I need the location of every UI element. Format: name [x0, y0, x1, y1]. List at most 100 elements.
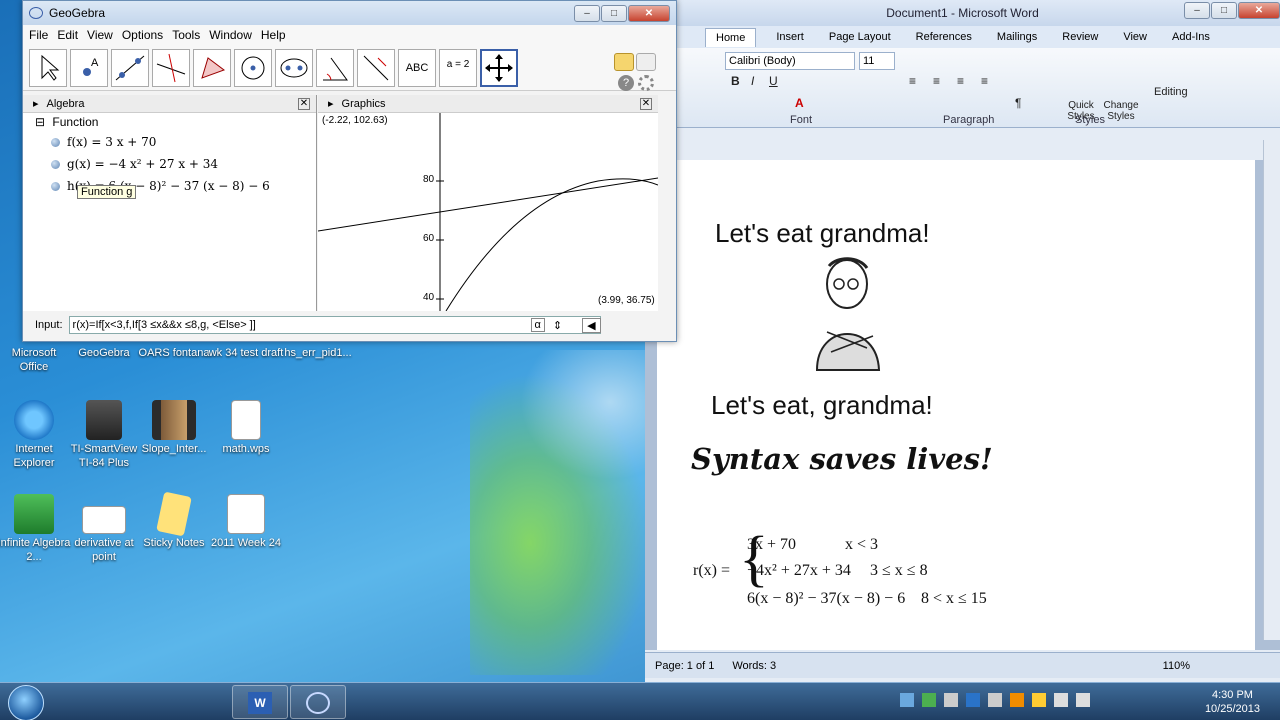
- graphics-view[interactable]: ▸ Graphics ✕ (-2.22, 102.63) (3.99, 36.7…: [317, 95, 659, 312]
- geogebra-maximize-button[interactable]: □: [601, 4, 627, 22]
- desktop-icon-infinite-algebra[interactable]: Infinite Algebra 2...: [0, 494, 72, 564]
- desktop-icon-ti-smartview[interactable]: TI-SmartView TI-84 Plus: [66, 400, 142, 470]
- move-tool[interactable]: [29, 48, 67, 87]
- tab-page-layout[interactable]: Page Layout: [829, 31, 891, 43]
- move-graphics-tool[interactable]: [480, 48, 518, 87]
- desktop-icon-2011-week-24[interactable]: 2011 Week 24: [208, 494, 284, 550]
- function-f-row[interactable]: f(x) = 3 x + 70: [23, 131, 316, 153]
- redo-icon[interactable]: [636, 53, 656, 71]
- network-icon[interactable]: [1054, 693, 1068, 707]
- function-g-row[interactable]: g(x) = −4 x² + 27 x + 34: [23, 153, 316, 175]
- menu-edit[interactable]: Edit: [57, 28, 78, 42]
- menu-tools[interactable]: Tools: [172, 28, 200, 42]
- volume-icon[interactable]: [1076, 693, 1090, 707]
- line-tool[interactable]: [111, 48, 149, 87]
- vertical-scrollbar[interactable]: [1263, 140, 1280, 640]
- point-tool[interactable]: A: [70, 48, 108, 87]
- geogebra-minimize-button[interactable]: –: [574, 4, 600, 22]
- visibility-toggle-icon[interactable]: [51, 182, 60, 191]
- tray-icon[interactable]: [922, 693, 936, 707]
- tray-icon[interactable]: [1010, 693, 1024, 707]
- tab-home[interactable]: Home: [705, 27, 757, 47]
- undo-icon[interactable]: [614, 53, 634, 71]
- desktop-icon-microsoft-office[interactable]: Microsoft Office: [0, 346, 72, 374]
- tray-icon[interactable]: [944, 693, 958, 707]
- menu-file[interactable]: File: [29, 28, 48, 42]
- desktop-icon-slope-inter[interactable]: Slope_Inter...: [136, 400, 212, 456]
- input-history-icon[interactable]: ⇕: [553, 319, 562, 332]
- paragraph-mark-button[interactable]: ¶: [1015, 96, 1021, 110]
- desktop-icon-derivative-at-point[interactable]: derivative at point: [66, 494, 142, 564]
- tab-add-ins[interactable]: Add-Ins: [1172, 31, 1210, 43]
- tab-view[interactable]: View: [1123, 31, 1147, 43]
- page-count[interactable]: Page: 1 of 1: [655, 660, 714, 672]
- desktop-icon-sticky-notes[interactable]: Sticky Notes: [136, 491, 212, 550]
- graphics-close-icon[interactable]: ✕: [640, 97, 652, 110]
- desktop-icon-math-wps[interactable]: math.wps: [208, 400, 284, 456]
- tab-references[interactable]: References: [916, 31, 972, 43]
- justify-button[interactable]: ≡: [981, 74, 988, 88]
- text-tool[interactable]: ABC: [398, 48, 436, 87]
- algebra-close-icon[interactable]: ✕: [298, 97, 310, 110]
- settings-gear-icon[interactable]: [638, 75, 654, 91]
- align-center-button[interactable]: ≡: [933, 74, 940, 88]
- alpha-symbol-button[interactable]: α: [530, 318, 545, 332]
- function-folder[interactable]: ⊟ Function: [23, 113, 316, 131]
- taskbar-media-player-icon[interactable]: [176, 685, 232, 719]
- desktop-icon-geogebra[interactable]: GeoGebra: [66, 346, 142, 360]
- visibility-toggle-icon[interactable]: [51, 138, 60, 147]
- geogebra-close-button[interactable]: ✕: [628, 4, 670, 22]
- menu-help[interactable]: Help: [261, 28, 286, 42]
- font-size-box[interactable]: 11: [859, 52, 895, 70]
- change-styles-button[interactable]: Change Styles: [1101, 100, 1141, 122]
- desktop-icon-hs-err-pid[interactable]: hs_err_pid1...: [278, 346, 358, 360]
- desktop-icon-internet-explorer[interactable]: Internet Explorer: [0, 400, 72, 470]
- function-h-row[interactable]: h(x) = 6 (x − 8)² − 37 (x − 8) − 6: [23, 175, 316, 197]
- tray-icon[interactable]: [1032, 693, 1046, 707]
- algebra-collapse-icon[interactable]: ▸: [33, 97, 39, 110]
- document-page[interactable]: Let's eat grandma! Let's eat, grandma! S…: [657, 160, 1255, 650]
- underline-button[interactable]: U: [769, 74, 778, 88]
- menu-window[interactable]: Window: [209, 28, 252, 42]
- tray-icon[interactable]: [900, 693, 914, 707]
- visibility-toggle-icon[interactable]: [51, 160, 60, 169]
- polygon-tool[interactable]: [193, 48, 231, 87]
- editing-button[interactable]: Editing: [1154, 86, 1188, 98]
- font-color-button[interactable]: A: [795, 96, 804, 110]
- tab-review[interactable]: Review: [1062, 31, 1098, 43]
- desktop-icon-oars-fontana[interactable]: OARS fontana: [136, 346, 212, 360]
- start-button[interactable]: [8, 685, 44, 720]
- conic-tool[interactable]: [275, 48, 313, 87]
- taskbar-explorer-icon[interactable]: [120, 685, 176, 719]
- desktop-icon-wk34-test-draft[interactable]: wk 34 test draft: [208, 346, 284, 360]
- tab-insert[interactable]: Insert: [776, 31, 804, 43]
- angle-tool[interactable]: [316, 48, 354, 87]
- bold-button[interactable]: B: [731, 74, 740, 88]
- tab-mailings[interactable]: Mailings: [997, 31, 1037, 43]
- word-count[interactable]: Words: 3: [732, 660, 776, 672]
- perpendicular-line-tool[interactable]: [152, 48, 190, 87]
- taskbar-internet-explorer-icon[interactable]: [60, 685, 116, 719]
- help-icon[interactable]: ?: [618, 75, 634, 91]
- word-maximize-button[interactable]: □: [1211, 2, 1237, 19]
- word-minimize-button[interactable]: –: [1184, 2, 1210, 19]
- tray-icon[interactable]: [988, 693, 1002, 707]
- input-field[interactable]: r(x)=If[x<3,f,If[3 ≤x&&x ≤8,g, <Else> ]]: [68, 316, 601, 334]
- graphics-collapse-icon[interactable]: ▸: [328, 97, 334, 110]
- menu-options[interactable]: Options: [122, 28, 163, 42]
- align-left-button[interactable]: ≡: [909, 74, 916, 88]
- clock[interactable]: 4:30 PM 10/25/2013: [1205, 688, 1260, 716]
- slider-tool[interactable]: a = 2: [439, 48, 477, 87]
- reflect-tool[interactable]: [357, 48, 395, 87]
- zoom-level[interactable]: 110%: [1163, 660, 1190, 672]
- circle-tool[interactable]: [234, 48, 272, 87]
- menu-view[interactable]: View: [87, 28, 113, 42]
- bluetooth-icon[interactable]: [966, 693, 980, 707]
- word-close-button[interactable]: ✕: [1238, 2, 1280, 19]
- font-name-box[interactable]: Calibri (Body): [725, 52, 855, 70]
- italic-button[interactable]: I: [751, 74, 754, 88]
- input-help-icon[interactable]: ◀: [582, 317, 601, 333]
- taskbar-geogebra-button[interactable]: [290, 685, 346, 719]
- align-right-button[interactable]: ≡: [957, 74, 964, 88]
- taskbar-word-button[interactable]: W: [232, 685, 288, 719]
